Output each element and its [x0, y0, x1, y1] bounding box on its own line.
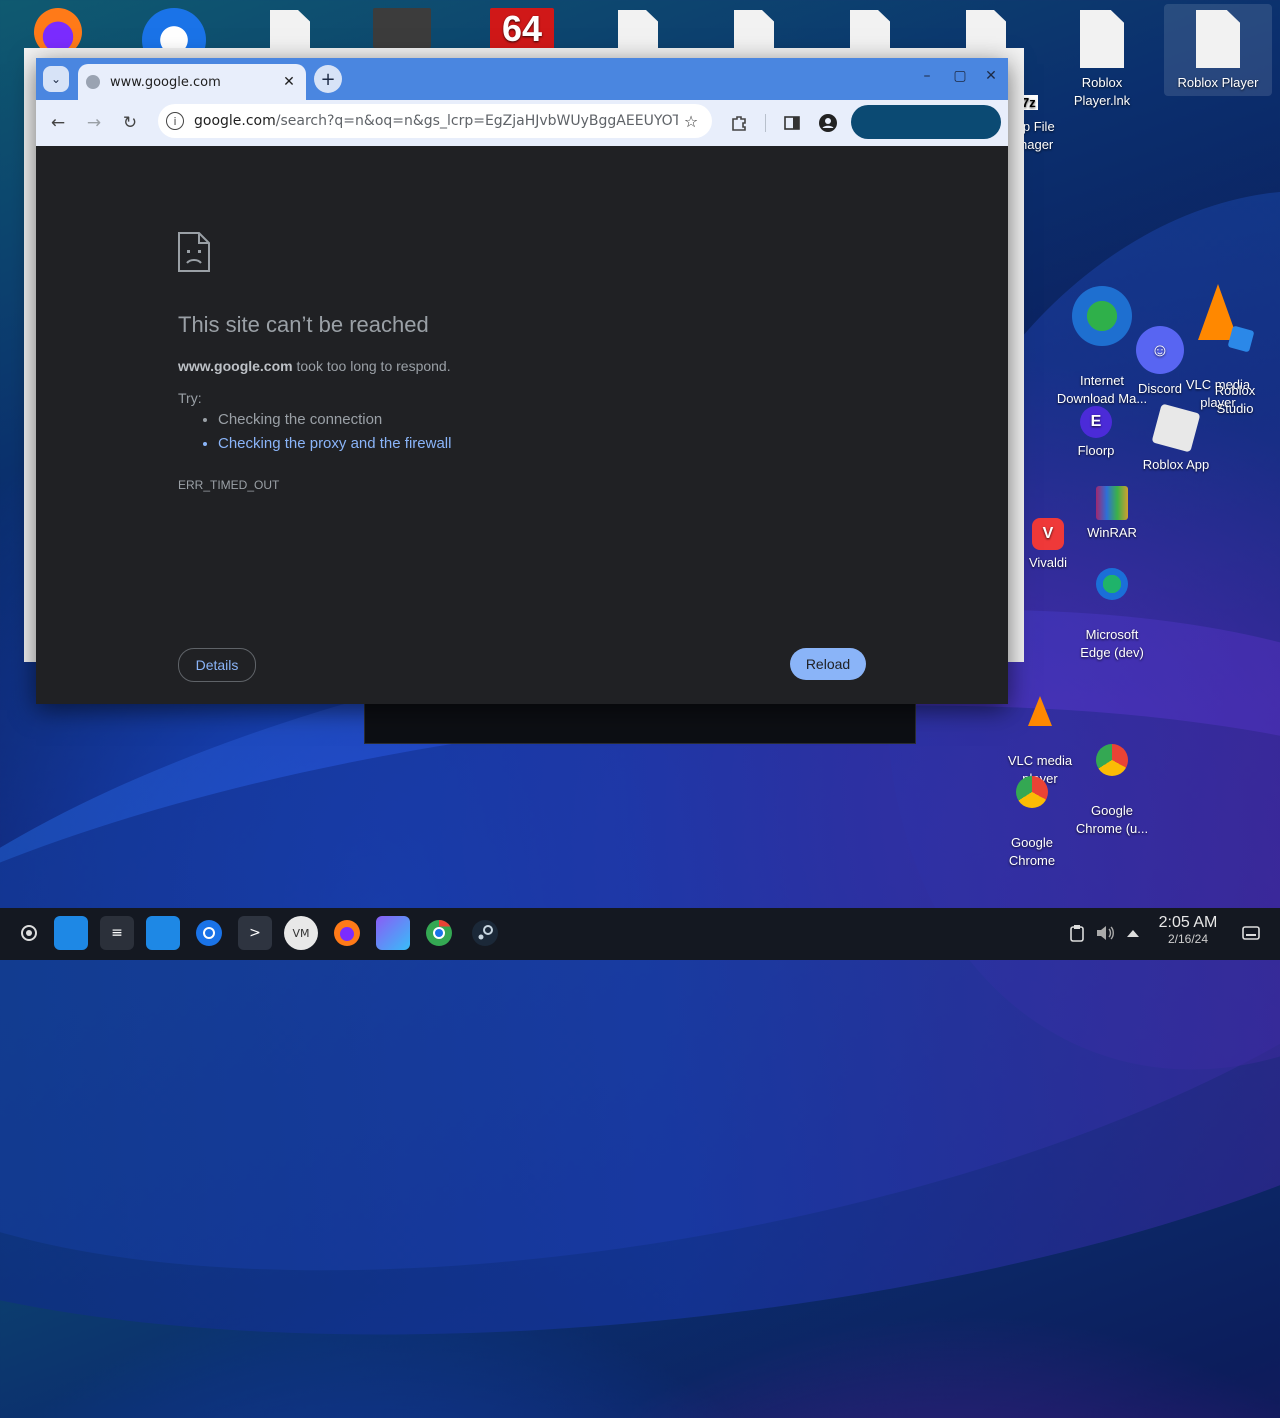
suggestion-proxy-link[interactable]: Checking the proxy and the firewall: [218, 432, 451, 456]
maximize-button[interactable]: ▢: [949, 68, 971, 84]
url-host: google.com: [194, 113, 276, 129]
desktop-icon-label: Roblox App: [1142, 457, 1210, 472]
back-button[interactable]: ←: [45, 110, 71, 136]
desktop-icon-label: Google Chrome: [1008, 835, 1056, 868]
bookmark-star-icon[interactable]: ☆: [678, 112, 704, 131]
notifications-icon[interactable]: [1234, 916, 1268, 950]
error-description: www.google.com took too long to respond.: [178, 358, 451, 374]
discord-icon: ☺: [1136, 326, 1184, 374]
extensions-icon[interactable]: [726, 110, 752, 136]
close-tab-icon[interactable]: ✕: [278, 74, 300, 90]
app-icon: [373, 8, 431, 48]
desktop-icon-roblox-player[interactable]: Roblox Player: [1164, 4, 1272, 96]
desktop-icon-label: Microsoft Edge (dev): [1080, 627, 1144, 660]
globe-icon: [86, 75, 100, 89]
tab-google[interactable]: www.google.com ✕: [78, 64, 306, 100]
tab-title: www.google.com: [110, 74, 221, 90]
taskbar: ≡ > VM 2:05 AM 2/16/24: [0, 908, 1280, 960]
vm-icon[interactable]: VM: [284, 916, 318, 950]
chrome-taskbar-icon[interactable]: [422, 916, 456, 950]
desktop-icon-roblox-app[interactable]: Roblox App: [1126, 403, 1226, 474]
desktop-icon-label: Roblox Player: [1177, 75, 1259, 90]
clock[interactable]: 2:05 AM 2/16/24: [1150, 914, 1226, 946]
new-tab-button[interactable]: +: [314, 65, 342, 93]
toolbar: ← → ↻ i google.com/search?q=n&oq=n&gs_lc…: [36, 100, 1008, 146]
chromium-taskbar-icon[interactable]: [192, 916, 226, 950]
error-title: This site can’t be reached: [178, 312, 429, 337]
desktop-icon-chrome[interactable]: Google Chrome: [982, 758, 1082, 888]
url-path: /search?q=n&oq=n&gs_lcrp=EgZjaHJvbWUyBgg…: [275, 113, 678, 129]
site-info-icon[interactable]: i: [166, 112, 184, 130]
desktop-icon-edge-dev[interactable]: Microsoft Edge (dev): [1062, 550, 1162, 680]
vlc-icon: [1028, 696, 1052, 726]
tab-search-button[interactable]: ⌄: [43, 66, 69, 92]
address-bar[interactable]: i google.com/search?q=n&oq=n&gs_lcrp=EgZ…: [158, 104, 712, 138]
winrar-icon: [1096, 486, 1128, 520]
file-icon: [1080, 10, 1124, 68]
tray-expand-icon[interactable]: [1116, 916, 1150, 950]
clock-time: 2:05 AM: [1158, 914, 1218, 931]
clock-date: 2/16/24: [1167, 932, 1209, 946]
chrome-icon: [1016, 776, 1048, 808]
terminal-icon[interactable]: >: [238, 916, 272, 950]
roblox-icon: [1151, 403, 1201, 453]
chrome-icon: [1096, 744, 1128, 776]
firefox-taskbar-icon[interactable]: [330, 916, 364, 950]
file-icon: [1196, 10, 1240, 68]
steam-icon[interactable]: [468, 916, 502, 950]
desktop-icon-discord[interactable]: ☺ Discord: [1110, 326, 1210, 398]
desktop-icon-aida64[interactable]: 64: [472, 8, 572, 52]
image-viewer-icon[interactable]: [376, 916, 410, 950]
vivaldi-icon: V: [1032, 518, 1064, 550]
desktop-icon-7zip[interactable]: 7z ip File nager: [1020, 76, 1080, 172]
error-code: ERR_TIMED_OUT: [178, 478, 280, 492]
close-window-button[interactable]: ✕: [980, 68, 1002, 84]
side-panel-icon[interactable]: [779, 110, 805, 136]
store-icon[interactable]: [146, 916, 180, 950]
error-page: This site can’t be reached www.google.co…: [36, 146, 1008, 704]
browser-window[interactable]: ⌄ www.google.com ✕ + – ▢ ✕ ← → ↻ i googl…: [36, 58, 1008, 704]
desktop-icon-app[interactable]: [352, 8, 452, 50]
url-text[interactable]: google.com/search?q=n&oq=n&gs_lcrp=EgZja…: [194, 113, 678, 129]
minimize-button[interactable]: –: [916, 68, 938, 84]
details-button[interactable]: Details: [178, 648, 256, 682]
suggestion-list: Checking the connection Checking the pro…: [200, 408, 451, 456]
edge-icon: [1096, 568, 1128, 600]
reload-button[interactable]: Reload: [790, 648, 866, 680]
toolbar-divider: [765, 114, 766, 132]
floorp-icon: E: [1080, 406, 1112, 438]
profile-avatar-icon[interactable]: [815, 110, 841, 136]
tab-strip: ⌄ www.google.com ✕ + – ▢ ✕: [36, 58, 1008, 100]
desktop-icon-label: ip File nager: [1020, 119, 1055, 152]
update-button[interactable]: [851, 105, 1001, 139]
sad-page-icon: [178, 232, 210, 272]
error-host: www.google.com: [178, 358, 293, 374]
roblox-studio-icon: [1227, 325, 1255, 353]
launcher-icon[interactable]: [12, 916, 46, 950]
background-terminal-window[interactable]: [364, 700, 916, 744]
file-manager-icon[interactable]: [54, 916, 88, 950]
reload-toolbar-button[interactable]: ↻: [117, 110, 143, 136]
settings-icon[interactable]: ≡: [100, 916, 134, 950]
error-message: took too long to respond.: [292, 358, 451, 374]
forward-button[interactable]: →: [81, 110, 107, 136]
desktop-icon-label: Discord: [1137, 381, 1183, 396]
aida64-icon: 64: [490, 8, 554, 50]
try-label: Try:: [178, 390, 202, 406]
suggestion-connection: Checking the connection: [218, 408, 451, 432]
